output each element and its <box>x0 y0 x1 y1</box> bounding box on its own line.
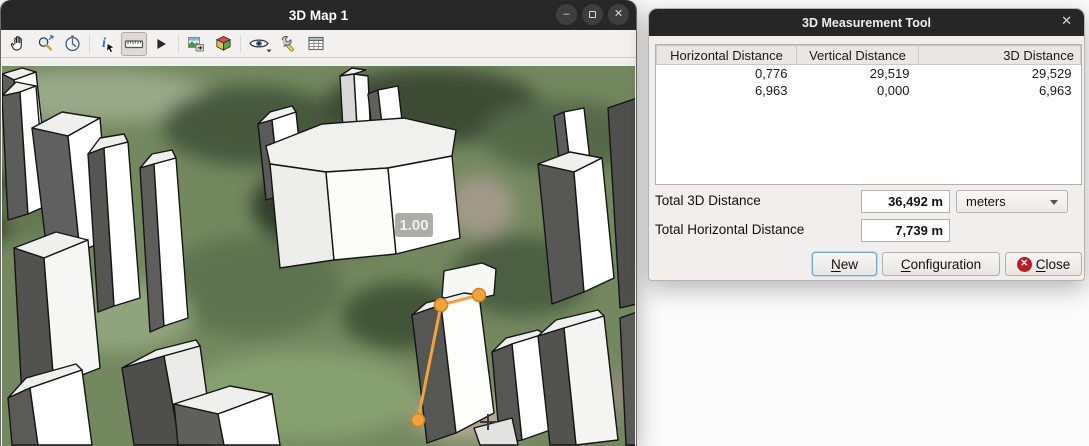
cube-icon <box>214 34 233 53</box>
cell: 29,519 <box>797 65 919 82</box>
zoom-full-button[interactable] <box>32 32 58 56</box>
total-horizontal-distance-label: Total Horizontal Distance <box>655 222 804 237</box>
map-window: 3D Map 1 – ✕ i <box>0 0 637 446</box>
cell: 0,000 <box>797 82 919 99</box>
dialog-titlebar[interactable]: 3D Measurement Tool ✕ <box>649 9 1084 36</box>
cell: 29,529 <box>919 65 1081 82</box>
cell: 0,776 <box>657 65 797 82</box>
col-horizontal-distance[interactable]: Horizontal Distance <box>657 46 797 65</box>
close-dialog-button[interactable]: ✕ Close <box>1005 252 1082 276</box>
scene-canvas: 1.00 <box>2 66 635 446</box>
wrench-icon <box>279 34 299 54</box>
overlay-badge: 1.00 <box>395 213 433 237</box>
measure-line-button[interactable] <box>121 32 147 56</box>
close-button-label: Close <box>1036 257 1071 272</box>
eye-icon <box>248 34 273 54</box>
save-image-button[interactable] <box>183 32 209 56</box>
dialog-close-icon[interactable]: ✕ <box>1061 14 1072 27</box>
window-controls: – ✕ <box>556 4 629 25</box>
col-3d-distance[interactable]: 3D Distance <box>919 46 1081 65</box>
col-vertical-distance[interactable]: Vertical Distance <box>797 46 919 65</box>
ruler-icon <box>124 34 144 54</box>
close-red-icon: ✕ <box>1017 257 1032 272</box>
cell: 6,963 <box>919 82 1081 99</box>
total-horizontal-distance-value[interactable]: 7,739 m <box>861 219 950 242</box>
toolbar-separator <box>178 35 179 53</box>
zoom-full-icon <box>36 34 55 53</box>
identify-icon: i <box>97 34 117 54</box>
maximize-icon <box>589 11 596 18</box>
overlay-badge-label: 1.00 <box>399 217 428 234</box>
hand-icon <box>9 34 28 53</box>
total-3d-distance-label: Total 3D Distance <box>655 193 761 208</box>
map-3d-viewport[interactable]: 1.00 <box>2 66 635 446</box>
map-window-title: 3D Map 1 <box>289 8 348 23</box>
animation-timer-button[interactable] <box>59 32 85 56</box>
close-button[interactable]: ✕ <box>608 4 629 25</box>
minimize-button[interactable]: – <box>556 4 577 25</box>
measurement-dialog: 3D Measurement Tool ✕ Horizontal Distanc… <box>648 8 1085 281</box>
measurement-table-button[interactable] <box>303 32 329 56</box>
chevron-down-icon <box>1050 200 1058 205</box>
unit-dropdown[interactable]: meters <box>956 190 1068 213</box>
camera-view-button[interactable] <box>245 32 275 56</box>
table-icon <box>306 34 326 54</box>
table-header-row: Horizontal Distance Vertical Distance 3D… <box>657 46 1081 65</box>
close-icon: ✕ <box>614 9 623 20</box>
toolbar-separator <box>240 35 241 53</box>
map-toolbar: i <box>1 30 636 58</box>
map-titlebar[interactable]: 3D Map 1 – ✕ <box>1 0 636 30</box>
new-button-label: New <box>831 257 858 272</box>
clock-icon <box>63 34 82 53</box>
minimize-icon: – <box>563 9 569 20</box>
total-3d-distance-value[interactable]: 36,492 m <box>861 190 950 213</box>
play-icon <box>152 35 170 53</box>
configuration-button[interactable]: Configuration <box>882 252 1000 276</box>
measurement-table[interactable]: Horizontal Distance Vertical Distance 3D… <box>655 44 1082 185</box>
cell: 6,963 <box>657 82 797 99</box>
table-row[interactable]: 6,963 0,000 6,963 <box>657 82 1081 99</box>
export-3d-scene-button[interactable] <box>210 32 236 56</box>
svg-text:i: i <box>102 36 106 51</box>
identify-button[interactable]: i <box>94 32 120 56</box>
table-row[interactable]: 0,776 29,519 29,529 <box>657 65 1081 82</box>
save-image-icon <box>186 34 206 54</box>
screen: 3D Map 1 – ✕ i <box>0 0 1089 446</box>
maximize-button[interactable] <box>582 4 603 25</box>
play-animation-button[interactable] <box>148 32 174 56</box>
toolbar-separator <box>89 35 90 53</box>
configuration-button-label: Configuration <box>901 257 981 272</box>
unit-dropdown-value: meters <box>966 194 1006 209</box>
camera-control-button[interactable] <box>5 32 31 56</box>
configure-button[interactable] <box>276 32 302 56</box>
new-button[interactable]: New <box>812 252 877 276</box>
dialog-title: 3D Measurement Tool <box>802 16 931 30</box>
